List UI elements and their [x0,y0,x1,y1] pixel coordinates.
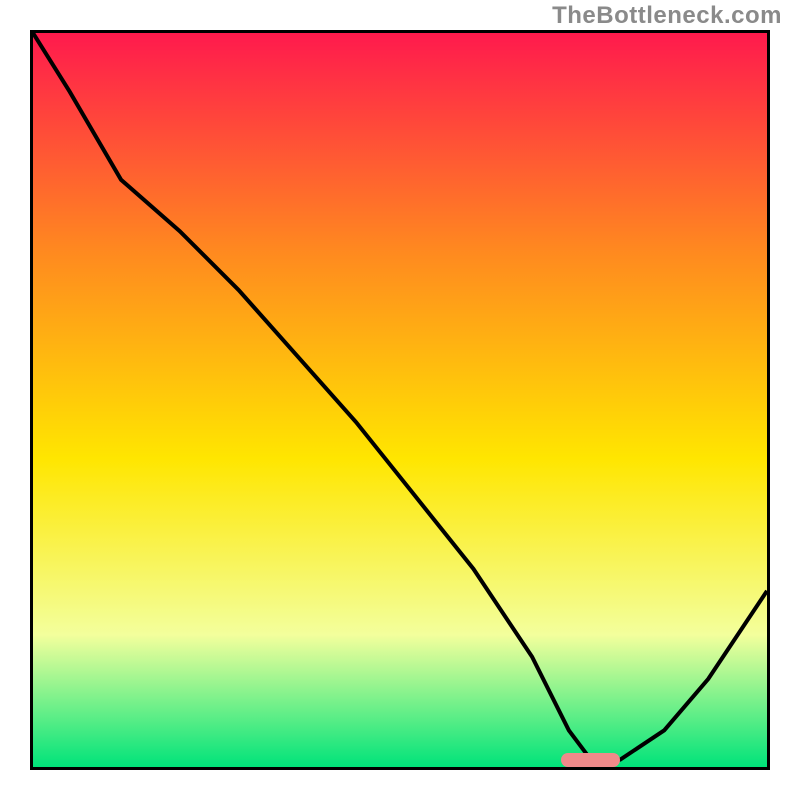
watermark-text: TheBottleneck.com [552,2,782,30]
bottleneck-curve [33,33,767,767]
optimal-range-marker [561,753,620,767]
chart-frame: TheBottleneck.com [0,0,800,800]
plot-area [30,30,770,770]
